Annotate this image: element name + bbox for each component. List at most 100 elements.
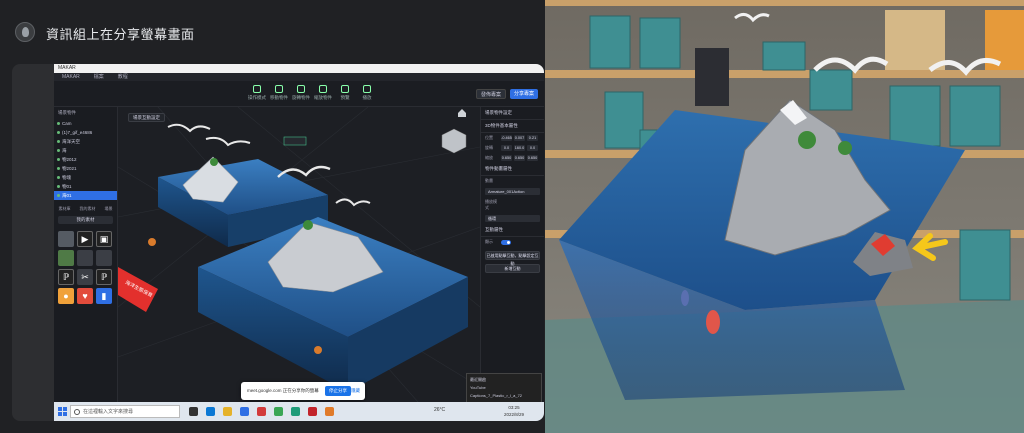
tree-large	[303, 220, 313, 230]
asset-grid: ▶ ▣ ℙ ✂ ℙ ● ♥ ▮	[54, 228, 117, 307]
home-icon[interactable]	[458, 109, 466, 117]
play-mode-select[interactable]: 循環	[485, 215, 540, 222]
scene-tree-item[interactable]: 物2012	[54, 155, 117, 164]
asset-thumbnail[interactable]	[58, 231, 74, 247]
position-z[interactable]: 0.21	[527, 135, 538, 141]
publish-button[interactable]: 發佈專案	[476, 89, 507, 99]
windows-start-icon[interactable]	[58, 407, 67, 416]
properties-title: 場景物件設定	[481, 107, 544, 120]
recent-item[interactable]: Captions_7_Plastic_r_l_a_72	[470, 392, 538, 400]
rotation-x[interactable]: 0.0	[501, 145, 512, 151]
scene-tree-title: 場景物件	[58, 110, 76, 115]
menu-item-file[interactable]: 檔案	[94, 73, 104, 81]
tool-icon: ✂	[81, 271, 89, 282]
scene-tree-item[interactable]: 物2021	[54, 164, 117, 173]
windows-taskbar: 在這裡輸入文字來搜尋 26°C 03:25 2022/8/29	[54, 402, 544, 421]
position-x[interactable]: -0.465	[501, 135, 512, 141]
storage-box	[639, 17, 681, 69]
storage-box	[762, 41, 806, 71]
asset-thumbnail[interactable]: ℙ	[96, 269, 112, 285]
taskbar-search-input[interactable]: 在這裡輸入文字來搜尋	[70, 405, 180, 418]
scene-interaction-button[interactable]: 場景互動設定	[128, 113, 165, 122]
library-tabs: 素材庫 我的素材 場景	[54, 206, 117, 212]
asset-thumbnail[interactable]	[58, 250, 74, 266]
asset-thumbnail[interactable]: ▶	[77, 231, 93, 247]
share-project-button[interactable]: 分享專案	[510, 89, 539, 99]
asset-thumbnail[interactable]: ▣	[96, 231, 112, 247]
screen-share-banner: meet.google.com 正在分享你的螢幕 停止分享 隱藏	[241, 382, 365, 400]
scene-tree-item[interactable]: 海	[54, 146, 117, 155]
library-dropdown[interactable]: 我的素材	[58, 216, 113, 224]
edge-icon[interactable]	[206, 407, 215, 416]
rotation-z[interactable]: 0.0	[527, 145, 538, 151]
tool-preview[interactable]: 預覽	[334, 85, 356, 101]
chrome-icon[interactable]	[274, 407, 283, 416]
scene-render: 海洋生態保育	[118, 107, 480, 402]
add-interaction-button[interactable]: 新增互動	[485, 264, 540, 273]
tool-play[interactable]: 播放	[356, 85, 378, 101]
asset-thumbnail[interactable]: ✂	[77, 269, 93, 285]
visibility-toggle[interactable]	[501, 239, 511, 245]
logo-icon: ℙ	[62, 271, 70, 282]
tool-rotate[interactable]: 旋轉物件	[290, 85, 312, 101]
scale-x[interactable]: 0.650	[501, 155, 512, 161]
animation-header: 物件動畫屬性	[481, 163, 544, 176]
asset-thumbnail[interactable]: ●	[58, 288, 74, 304]
file-explorer-icon[interactable]	[223, 407, 232, 416]
tool-scale[interactable]: 縮放物件	[312, 85, 334, 101]
share-banner-message: meet.google.com 正在分享你的螢幕	[247, 388, 319, 393]
rotation-y[interactable]: 160.0	[514, 145, 525, 151]
balloon-icon: ●	[63, 291, 69, 301]
tool-operate[interactable]: 操作模式	[246, 85, 268, 101]
taskbar-clock[interactable]: 03:25 2022/8/29	[504, 404, 524, 418]
youtube-icon: ▶	[81, 233, 89, 244]
shared-screen: MAKAR MAKAR 檔案 教程 操作模式 移動物件 旋轉物件 縮放物件 預覽…	[54, 64, 544, 421]
scale-y[interactable]: 0.650	[514, 155, 525, 161]
iceberg-tree	[798, 131, 816, 149]
position-y[interactable]: 0.007	[514, 135, 525, 141]
asset-thumbnail[interactable]: ▮	[96, 288, 112, 304]
app-icon[interactable]	[257, 407, 266, 416]
scale-icon	[319, 85, 327, 93]
editor-toolbar: 操作模式 移動物件 旋轉物件 縮放物件 預覽 播放 發佈專案 分享專案	[54, 81, 544, 107]
asset-thumbnail[interactable]: ℙ	[58, 269, 74, 285]
hide-banner-button[interactable]: 隱藏	[351, 388, 360, 394]
asset-thumbnail[interactable]	[96, 250, 112, 266]
scene-tree-item[interactable]: 物塊	[54, 173, 117, 182]
tool-move[interactable]: 移動物件	[268, 85, 290, 101]
gizmo-toolbar[interactable]	[283, 136, 307, 146]
menu-item-makar[interactable]: MAKAR	[62, 73, 80, 81]
scene-viewport[interactable]: 海洋生態保育 場景互動設定	[118, 107, 480, 402]
task-view-icon[interactable]	[189, 407, 198, 416]
scene-tree-item-selected[interactable]: 海01	[54, 191, 117, 200]
logo-icon: ℙ	[100, 271, 108, 282]
asset-thumbnail[interactable]: ♥	[77, 288, 93, 304]
tab-my-assets[interactable]: 我的素材	[80, 206, 96, 212]
makar-editor-window: MAKAR MAKAR 檔案 教程 操作模式 移動物件 旋轉物件 縮放物件 預覽…	[54, 64, 544, 403]
properties-panel: 場景物件設定 3D物件基本屬性 位置 -0.465 0.007 0.21 旋轉 …	[480, 107, 544, 402]
menu-bar: MAKAR 檔案 教程	[54, 73, 544, 81]
animation-select[interactable]: Armature_001Action	[485, 188, 540, 195]
app-icon[interactable]	[308, 407, 317, 416]
interaction-setting-button[interactable]: 已啟用點擊互動，點擊設定互動	[485, 251, 540, 266]
view-cube[interactable]	[441, 128, 467, 154]
menu-item-tutorial[interactable]: 教程	[118, 73, 128, 81]
scene-tree-item[interactable]: 物01	[54, 182, 117, 191]
seabird	[167, 123, 211, 133]
scene-tree-item[interactable]: 海洋天空	[54, 137, 117, 146]
scene-tree-item[interactable]: (1)7_gif_e4686	[54, 128, 117, 137]
recent-header: 最近開啟	[470, 377, 486, 382]
scale-z[interactable]: 0.650	[527, 155, 538, 161]
stop-sharing-button[interactable]: 停止分享	[325, 386, 351, 396]
shelf-board	[545, 0, 1024, 6]
makar-icon[interactable]	[291, 407, 300, 416]
scene-tree-item[interactable]: Cam	[54, 119, 117, 128]
shared-screen-frame: MAKAR MAKAR 檔案 教程 操作模式 移動物件 旋轉物件 縮放物件 預覽…	[12, 64, 544, 421]
play-mode-row: 播放模式	[485, 199, 497, 210]
app-icon[interactable]	[325, 407, 334, 416]
tab-library[interactable]: 素材庫	[59, 206, 71, 212]
tab-scene[interactable]: 場景	[105, 206, 113, 212]
asset-thumbnail[interactable]	[77, 250, 93, 266]
app-icon[interactable]	[240, 407, 249, 416]
recent-item[interactable]: YouTube	[470, 384, 538, 392]
